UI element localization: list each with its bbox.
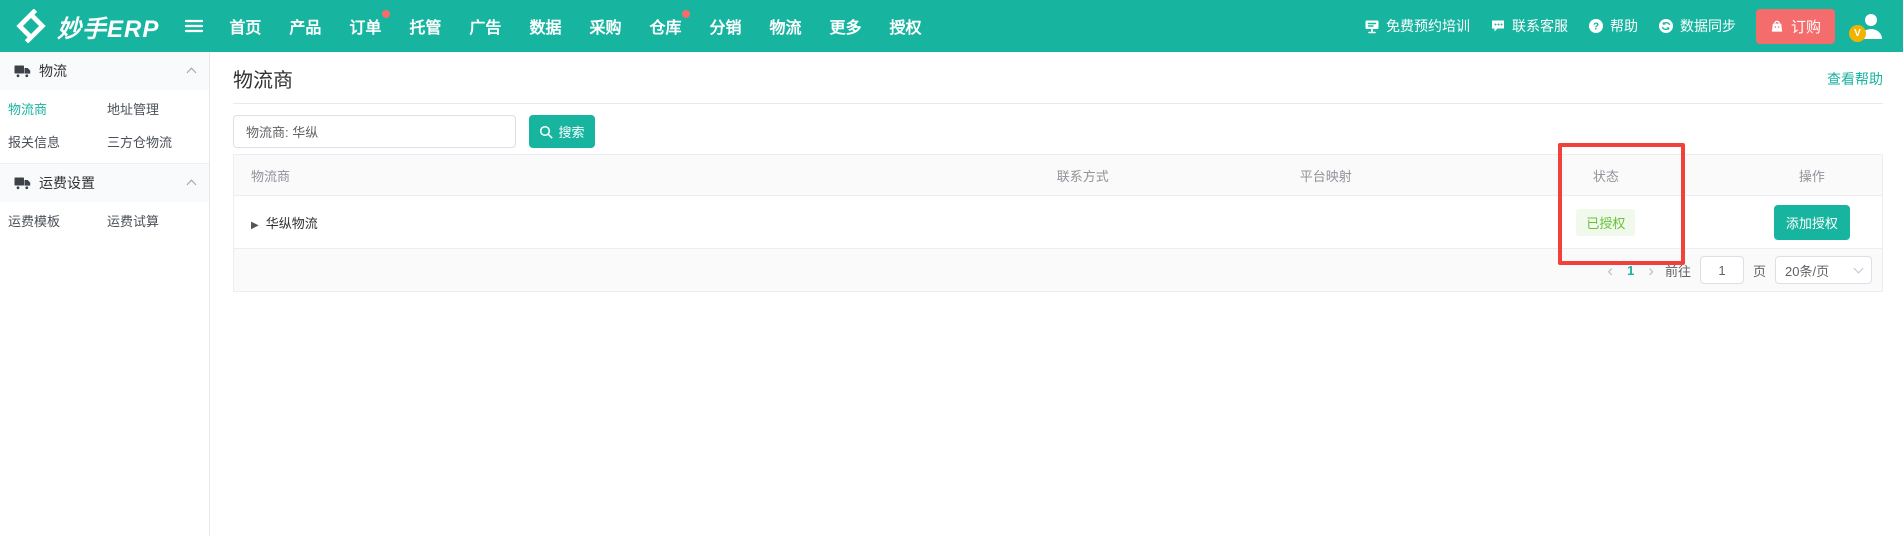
truck-icon: [14, 177, 31, 190]
sync-icon: [1658, 19, 1673, 33]
expand-row-caret-icon[interactable]: ▶: [251, 220, 259, 231]
provider-cell: ▶ 华纵物流: [234, 213, 984, 232]
page-unit-label: 页: [1752, 263, 1766, 279]
menu-toggle-icon[interactable]: [185, 19, 204, 33]
nav-item-data[interactable]: 数据: [529, 14, 561, 38]
nav-item-distribution[interactable]: 分销: [709, 14, 741, 38]
truck-icon: [14, 65, 31, 78]
nav-item-warehouse[interactable]: 仓库: [649, 10, 691, 38]
sidebar-items-logistics: 物流商 地址管理 报关信息 三方仓物流: [0, 90, 209, 163]
sidebar-item-customs-info[interactable]: 报关信息: [8, 132, 107, 151]
goto-label: 前往: [1664, 263, 1691, 279]
avatar-vip-badge: V: [1849, 25, 1866, 42]
sidebar-item-freight-template[interactable]: 运费模板: [8, 211, 107, 230]
nav-item-products[interactable]: 产品: [289, 14, 321, 38]
section-title: 物流: [39, 63, 67, 79]
customer-service-icon: [1491, 20, 1504, 32]
chevron-up-icon: [186, 179, 197, 190]
column-header-status: 状态: [1592, 168, 1619, 184]
page-body: 物流 物流商 地址管理 报关信息 三方仓物流 运费设置 运费模板 运费试算 物流…: [0, 52, 1903, 536]
pagination-bar: ‹ 1 › 前往 页 20条/页: [234, 248, 1882, 291]
search-button[interactable]: 搜索: [529, 115, 595, 148]
order-purchase-button[interactable]: 订购: [1755, 8, 1835, 44]
app-window: 妙手ERP 首页 产品 订单 托管 广告 数据 采购 仓库 分销 物流 更多 授…: [0, 0, 1903, 536]
topbar-right: 免费预约培训 联系客服 ? 帮助 数据同步 订购 V: [1364, 8, 1887, 44]
nav-item-orders[interactable]: 订单: [349, 10, 391, 38]
sidebar-item-address-management[interactable]: 地址管理: [107, 99, 209, 118]
shopping-bag-icon: [1771, 20, 1783, 32]
current-page-number[interactable]: 1: [1624, 263, 1637, 278]
data-sync-link[interactable]: 数据同步: [1658, 16, 1736, 36]
nav-item-more[interactable]: 更多: [830, 14, 862, 38]
help-question-icon: ?: [1588, 19, 1603, 33]
search-row: 搜索: [233, 115, 1883, 148]
goto-page-input[interactable]: [1699, 256, 1744, 284]
section-title: 运费设置: [39, 175, 95, 191]
page-size-select[interactable]: 20条/页: [1775, 256, 1872, 284]
nav-item-hosting[interactable]: 托管: [409, 14, 441, 38]
next-page-icon[interactable]: ›: [1646, 262, 1656, 279]
sidebar-item-freight-trial-calc[interactable]: 运费试算: [107, 211, 209, 230]
column-header-actions: 操作: [1798, 168, 1825, 184]
training-board-icon: [1365, 20, 1379, 34]
view-help-link[interactable]: 查看帮助: [1827, 69, 1883, 89]
top-nav: 首页 产品 订单 托管 广告 数据 采购 仓库 分销 物流 更多 授权: [229, 10, 922, 38]
logistics-provider-search-input[interactable]: [233, 115, 516, 148]
actions-cell: 添加授权: [1742, 204, 1882, 240]
logo-icon: [16, 9, 46, 43]
add-authorization-button[interactable]: 添加授权: [1773, 204, 1850, 240]
orders-notification-dot: [382, 10, 391, 18]
chevron-up-icon: [186, 67, 197, 78]
sidebar-items-freight: 运费模板 运费试算: [0, 202, 209, 242]
authorized-status-badge: 已授权: [1576, 208, 1636, 236]
page-title: 物流商: [233, 70, 293, 92]
nav-item-ads[interactable]: 广告: [469, 14, 501, 38]
sidebar-section-logistics[interactable]: 物流: [0, 52, 209, 90]
nav-item-home[interactable]: 首页: [229, 14, 261, 38]
sidebar: 物流 物流商 地址管理 报关信息 三方仓物流 运费设置 运费模板 运费试算: [0, 52, 210, 536]
prev-page-icon[interactable]: ‹: [1605, 262, 1615, 279]
provider-name: 华纵物流: [265, 215, 318, 231]
table-row: ▶ 华纵物流 已授权 添加授权: [234, 195, 1882, 248]
contact-support-link[interactable]: 联系客服: [1490, 16, 1568, 36]
help-link[interactable]: ? 帮助: [1588, 16, 1638, 36]
user-avatar[interactable]: V: [1849, 11, 1887, 42]
search-icon: [540, 125, 553, 138]
sidebar-item-third-party-warehouse[interactable]: 三方仓物流: [107, 132, 209, 151]
nav-item-logistics[interactable]: 物流: [770, 14, 802, 38]
logistics-provider-table: 物流商 联系方式 平台映射 状态 操作 ▶ 华纵物流 已授权 添加授权 ‹ 1 …: [233, 154, 1883, 292]
page-header: 物流商 查看帮助: [233, 52, 1883, 104]
column-header-platform-mapping: 平台映射: [1299, 168, 1352, 184]
svg-text:?: ?: [1593, 21, 1599, 32]
column-header-contact: 联系方式: [1056, 168, 1109, 184]
logo-text: 妙手ERP: [57, 15, 160, 43]
table-header-row: 物流商 联系方式 平台映射 状态 操作: [234, 155, 1882, 195]
sidebar-item-logistics-provider[interactable]: 物流商: [8, 99, 107, 118]
chevron-down-icon: [1853, 263, 1864, 274]
warehouse-notification-dot: [682, 10, 691, 18]
topbar: 妙手ERP 首页 产品 订单 托管 广告 数据 采购 仓库 分销 物流 更多 授…: [0, 0, 1903, 52]
status-cell: 已授权: [1470, 208, 1742, 236]
sidebar-section-freight-settings[interactable]: 运费设置: [0, 164, 209, 202]
nav-item-authorization[interactable]: 授权: [890, 14, 922, 38]
page-size-value: 20条/页: [1785, 263, 1830, 279]
column-header-provider: 物流商: [251, 168, 291, 184]
main-content: 物流商 查看帮助 搜索 物流商 联系方式 平台映射 状态: [210, 52, 1903, 536]
free-training-link[interactable]: 免费预约培训: [1364, 16, 1470, 36]
logo[interactable]: 妙手ERP: [14, 9, 159, 44]
nav-item-purchase[interactable]: 采购: [589, 14, 621, 38]
